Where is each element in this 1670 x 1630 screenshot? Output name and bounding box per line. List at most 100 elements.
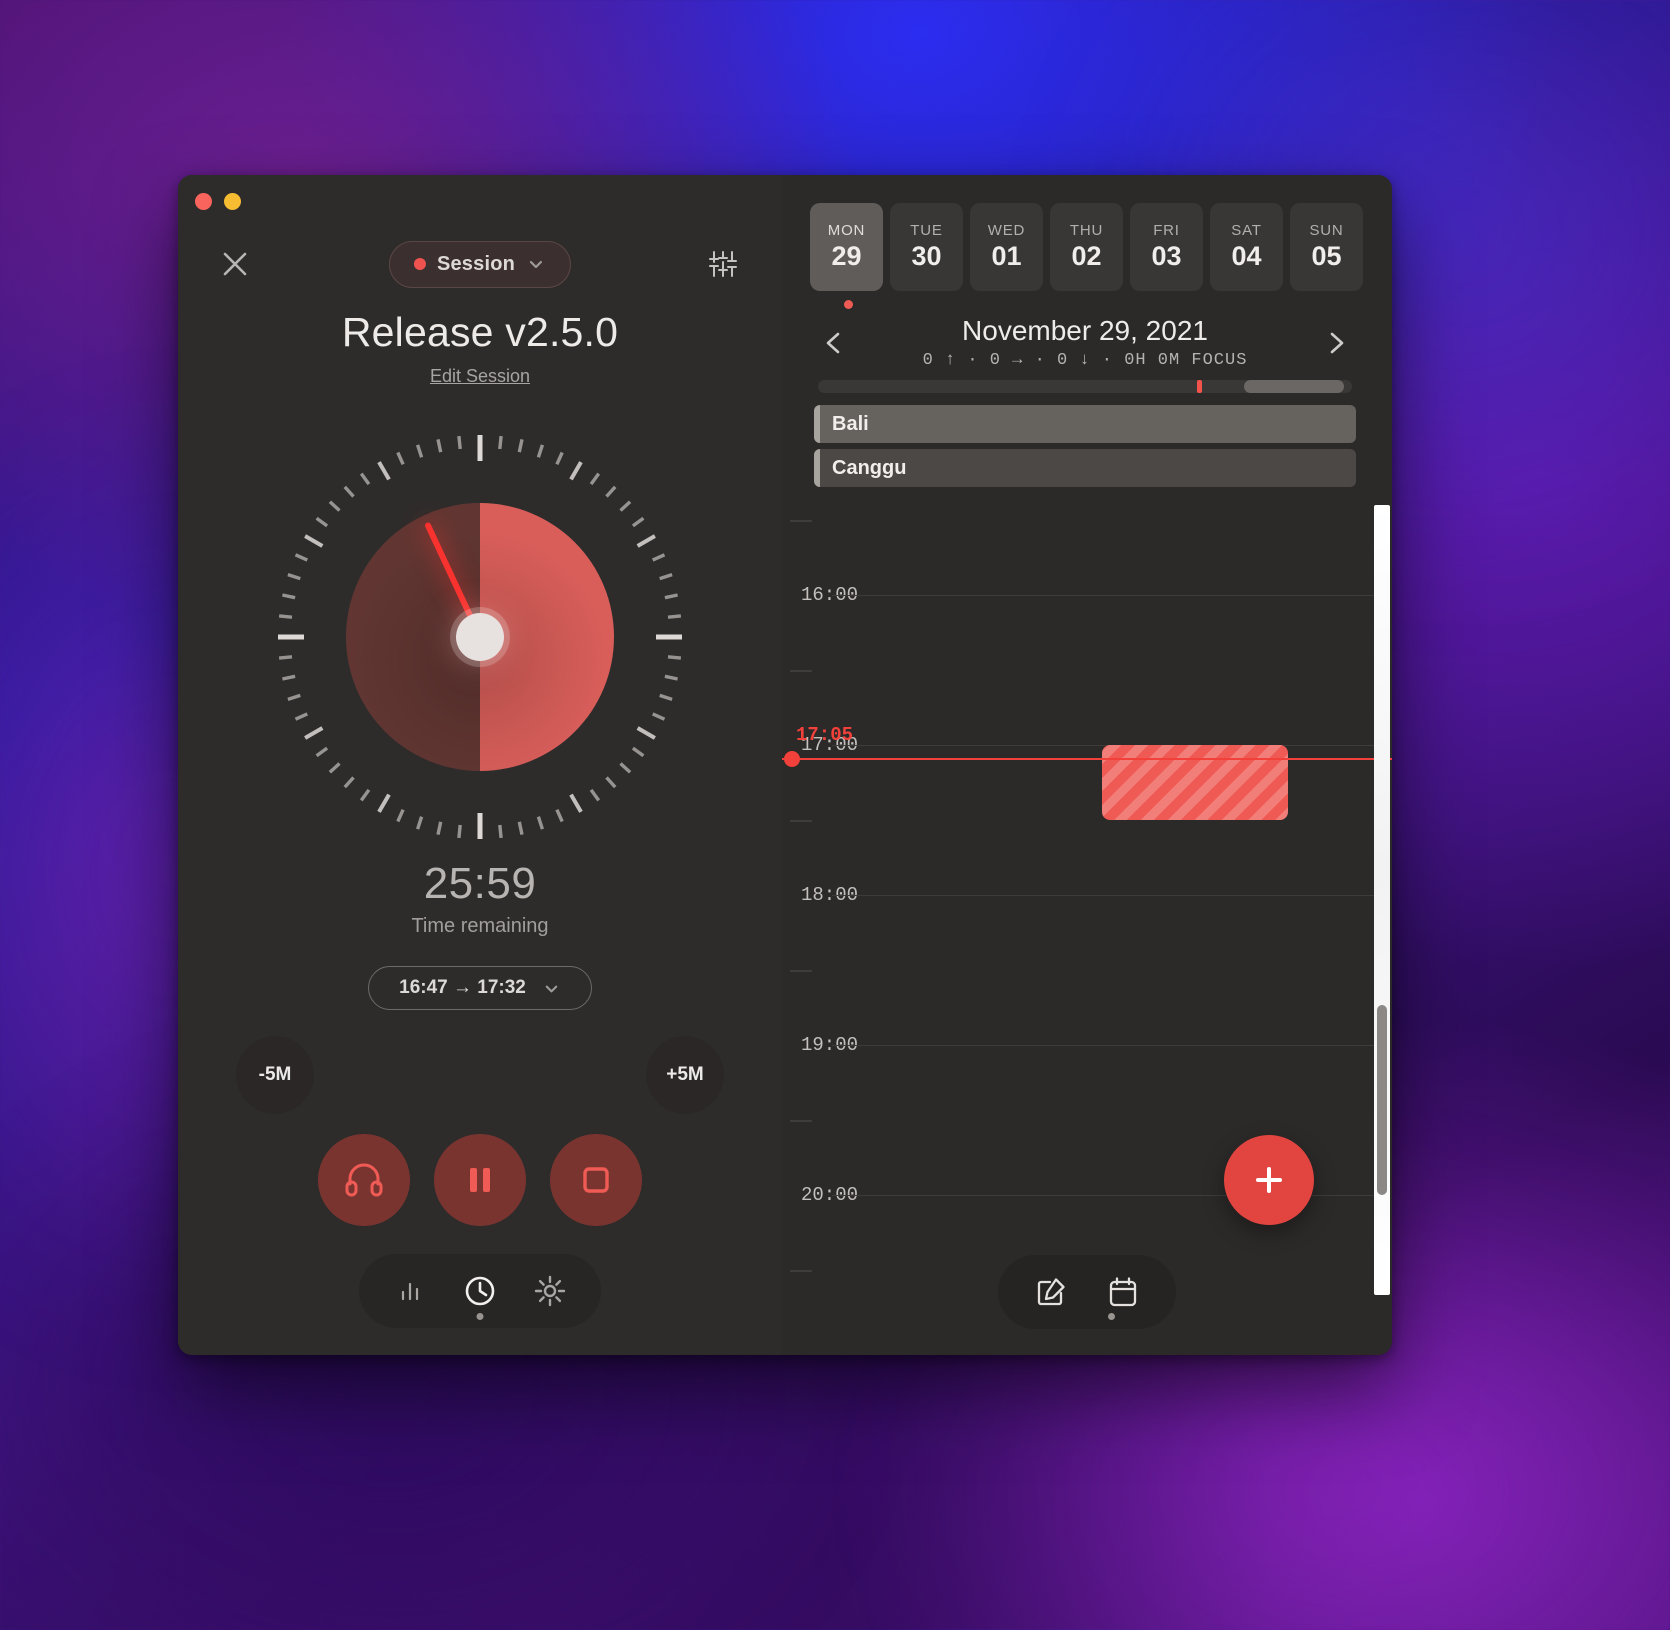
timeline-hour-line xyxy=(832,745,1374,746)
stop-icon xyxy=(583,1167,609,1193)
headphones-icon xyxy=(345,1163,383,1197)
adjust-row: -5M +5M xyxy=(178,1036,782,1120)
timeline-event-block[interactable] xyxy=(1102,745,1288,820)
timeline-half-hour-tick xyxy=(790,1120,812,1122)
stop-button[interactable] xyxy=(550,1134,642,1226)
day-weekday: WED xyxy=(987,222,1026,239)
right-tab-bar xyxy=(998,1255,1176,1329)
timeline-hour-row: 16:00 xyxy=(782,584,1374,606)
edit-square-icon xyxy=(1037,1278,1065,1306)
left-tab-bar xyxy=(359,1254,601,1328)
day-weekday: MON xyxy=(827,222,866,239)
day-weekday: THU xyxy=(1069,222,1104,239)
day-number: 29 xyxy=(831,241,862,271)
sliders-icon[interactable] xyxy=(704,245,742,283)
day-cell-thu[interactable]: THU 02 xyxy=(1050,203,1123,291)
timer-caption: Time remaining xyxy=(411,915,549,937)
bar-chart-icon xyxy=(401,1282,419,1301)
chevron-left-icon xyxy=(826,332,840,353)
date-title: November 29, 2021 xyxy=(962,315,1208,346)
day-number: 01 xyxy=(991,241,1022,271)
timer-value: 25:59 xyxy=(423,859,537,908)
notes-tab[interactable] xyxy=(1029,1270,1073,1314)
gear-icon xyxy=(534,1275,566,1307)
day-weekday: TUE xyxy=(910,222,943,239)
location-chip[interactable]: Bali xyxy=(814,405,1356,443)
day-number: 02 xyxy=(1071,241,1102,271)
day-weekday: FRI xyxy=(1153,222,1180,239)
add-event-button[interactable] xyxy=(1224,1135,1314,1225)
day-number: 05 xyxy=(1311,241,1342,271)
timeline-hour-row: 17:00 xyxy=(782,734,1374,756)
timer-tab[interactable] xyxy=(458,1269,502,1313)
next-day-button[interactable] xyxy=(1316,323,1356,363)
progress-now-marker xyxy=(1197,380,1203,393)
day-weekday: SAT xyxy=(1231,222,1262,239)
chevron-down-icon xyxy=(526,254,546,274)
edit-session-link[interactable]: Edit Session xyxy=(178,366,782,387)
day-cell-mon[interactable]: MON 29 xyxy=(810,203,883,291)
timer-dial[interactable] xyxy=(274,431,686,843)
timeline-half-hour-tick xyxy=(790,1270,812,1272)
add-5-minutes-button[interactable]: +5M xyxy=(646,1036,724,1114)
day-progress-bar[interactable] xyxy=(818,380,1352,393)
day-cell-fri[interactable]: FRI 03 xyxy=(1130,203,1203,291)
current-time-line: 17:05 xyxy=(782,724,1392,767)
date-display: November 29, 2021 0 ↑ · 0 → · 0 ↓ · 0H 0… xyxy=(854,315,1316,370)
calendar-icon xyxy=(1109,1277,1137,1307)
day-cell-sun[interactable]: SUN 05 xyxy=(1290,203,1363,291)
timeline-hour-row: 19:00 xyxy=(782,1034,1374,1056)
pause-button[interactable] xyxy=(434,1134,526,1226)
session-selector[interactable]: Session xyxy=(388,240,572,288)
window-traffic-lights xyxy=(195,193,241,210)
date-stats: 0 ↑ · 0 → · 0 ↓ · 0H 0M FOCUS xyxy=(922,351,1248,370)
day-cell-tue[interactable]: TUE 30 xyxy=(890,203,963,291)
timeline-hour-line xyxy=(832,1045,1374,1046)
current-time-dot xyxy=(784,750,800,767)
session-label: Session xyxy=(436,252,516,275)
session-status-dot xyxy=(413,258,426,270)
subtract-5-minutes-button[interactable]: -5M xyxy=(236,1036,314,1114)
selected-day-event-dot xyxy=(844,300,853,309)
clock-icon xyxy=(465,1276,495,1306)
current-time-label: 17:05 xyxy=(796,723,854,746)
day-number: 04 xyxy=(1231,241,1262,271)
page-title: Release v2.5.0 xyxy=(341,309,619,355)
timeline-half-hour-tick xyxy=(790,520,812,522)
day-timeline[interactable]: 16:00 17:00 18:00 19:00 20:00 17:05 xyxy=(782,505,1392,1355)
active-tab-indicator xyxy=(476,1313,484,1320)
timeline-scrollbar-thumb[interactable] xyxy=(1377,1005,1387,1195)
playback-controls xyxy=(178,1134,782,1226)
headphones-button[interactable] xyxy=(318,1134,410,1226)
timeline-hour-row: 18:00 xyxy=(782,884,1374,906)
day-number: 03 xyxy=(1151,241,1182,271)
timeline-half-hour-tick xyxy=(790,970,812,972)
progress-segment xyxy=(1244,380,1344,393)
day-weekday: SUN xyxy=(1309,222,1344,239)
timer-topbar: Session xyxy=(178,233,782,295)
chevron-down-icon xyxy=(542,979,561,998)
timeline-hour-line xyxy=(832,895,1374,896)
week-day-selector: MON 29 TUE 30 WED 01 THU 02 FRI 03 SAT 04 SUN 05 xyxy=(800,203,1370,291)
stats-tab[interactable] xyxy=(388,1269,432,1313)
location-list: Bali Canggu xyxy=(814,405,1356,487)
timeline-scrollbar[interactable] xyxy=(1374,505,1390,1295)
settings-tab[interactable] xyxy=(528,1269,572,1313)
previous-day-button[interactable] xyxy=(814,323,854,363)
window-minimize-button[interactable] xyxy=(224,193,241,210)
window-close-button[interactable] xyxy=(195,193,212,210)
calendar-tab[interactable] xyxy=(1101,1270,1145,1314)
session-range-selector[interactable]: 16:47 → 17:32 xyxy=(368,966,592,1010)
session-range-text: 16:47 → 17:32 xyxy=(399,977,526,998)
timer-panel: Session Release v2.5.0 Edit Session 25:5… xyxy=(178,175,782,1355)
day-number: 30 xyxy=(911,241,942,271)
location-chip[interactable]: Canggu xyxy=(814,449,1356,487)
pause-icon xyxy=(470,1168,490,1192)
day-cell-sat[interactable]: SAT 04 xyxy=(1210,203,1283,291)
app-window: Session Release v2.5.0 Edit Session 25:5… xyxy=(178,175,1392,1355)
timeline-half-hour-tick xyxy=(790,670,812,672)
close-x-icon[interactable] xyxy=(218,247,252,281)
calendar-panel: MON 29 TUE 30 WED 01 THU 02 FRI 03 SAT 04 SUN 05 Nove… xyxy=(782,175,1392,1355)
plus-icon xyxy=(1256,1167,1282,1193)
day-cell-wed[interactable]: WED 01 xyxy=(970,203,1043,291)
